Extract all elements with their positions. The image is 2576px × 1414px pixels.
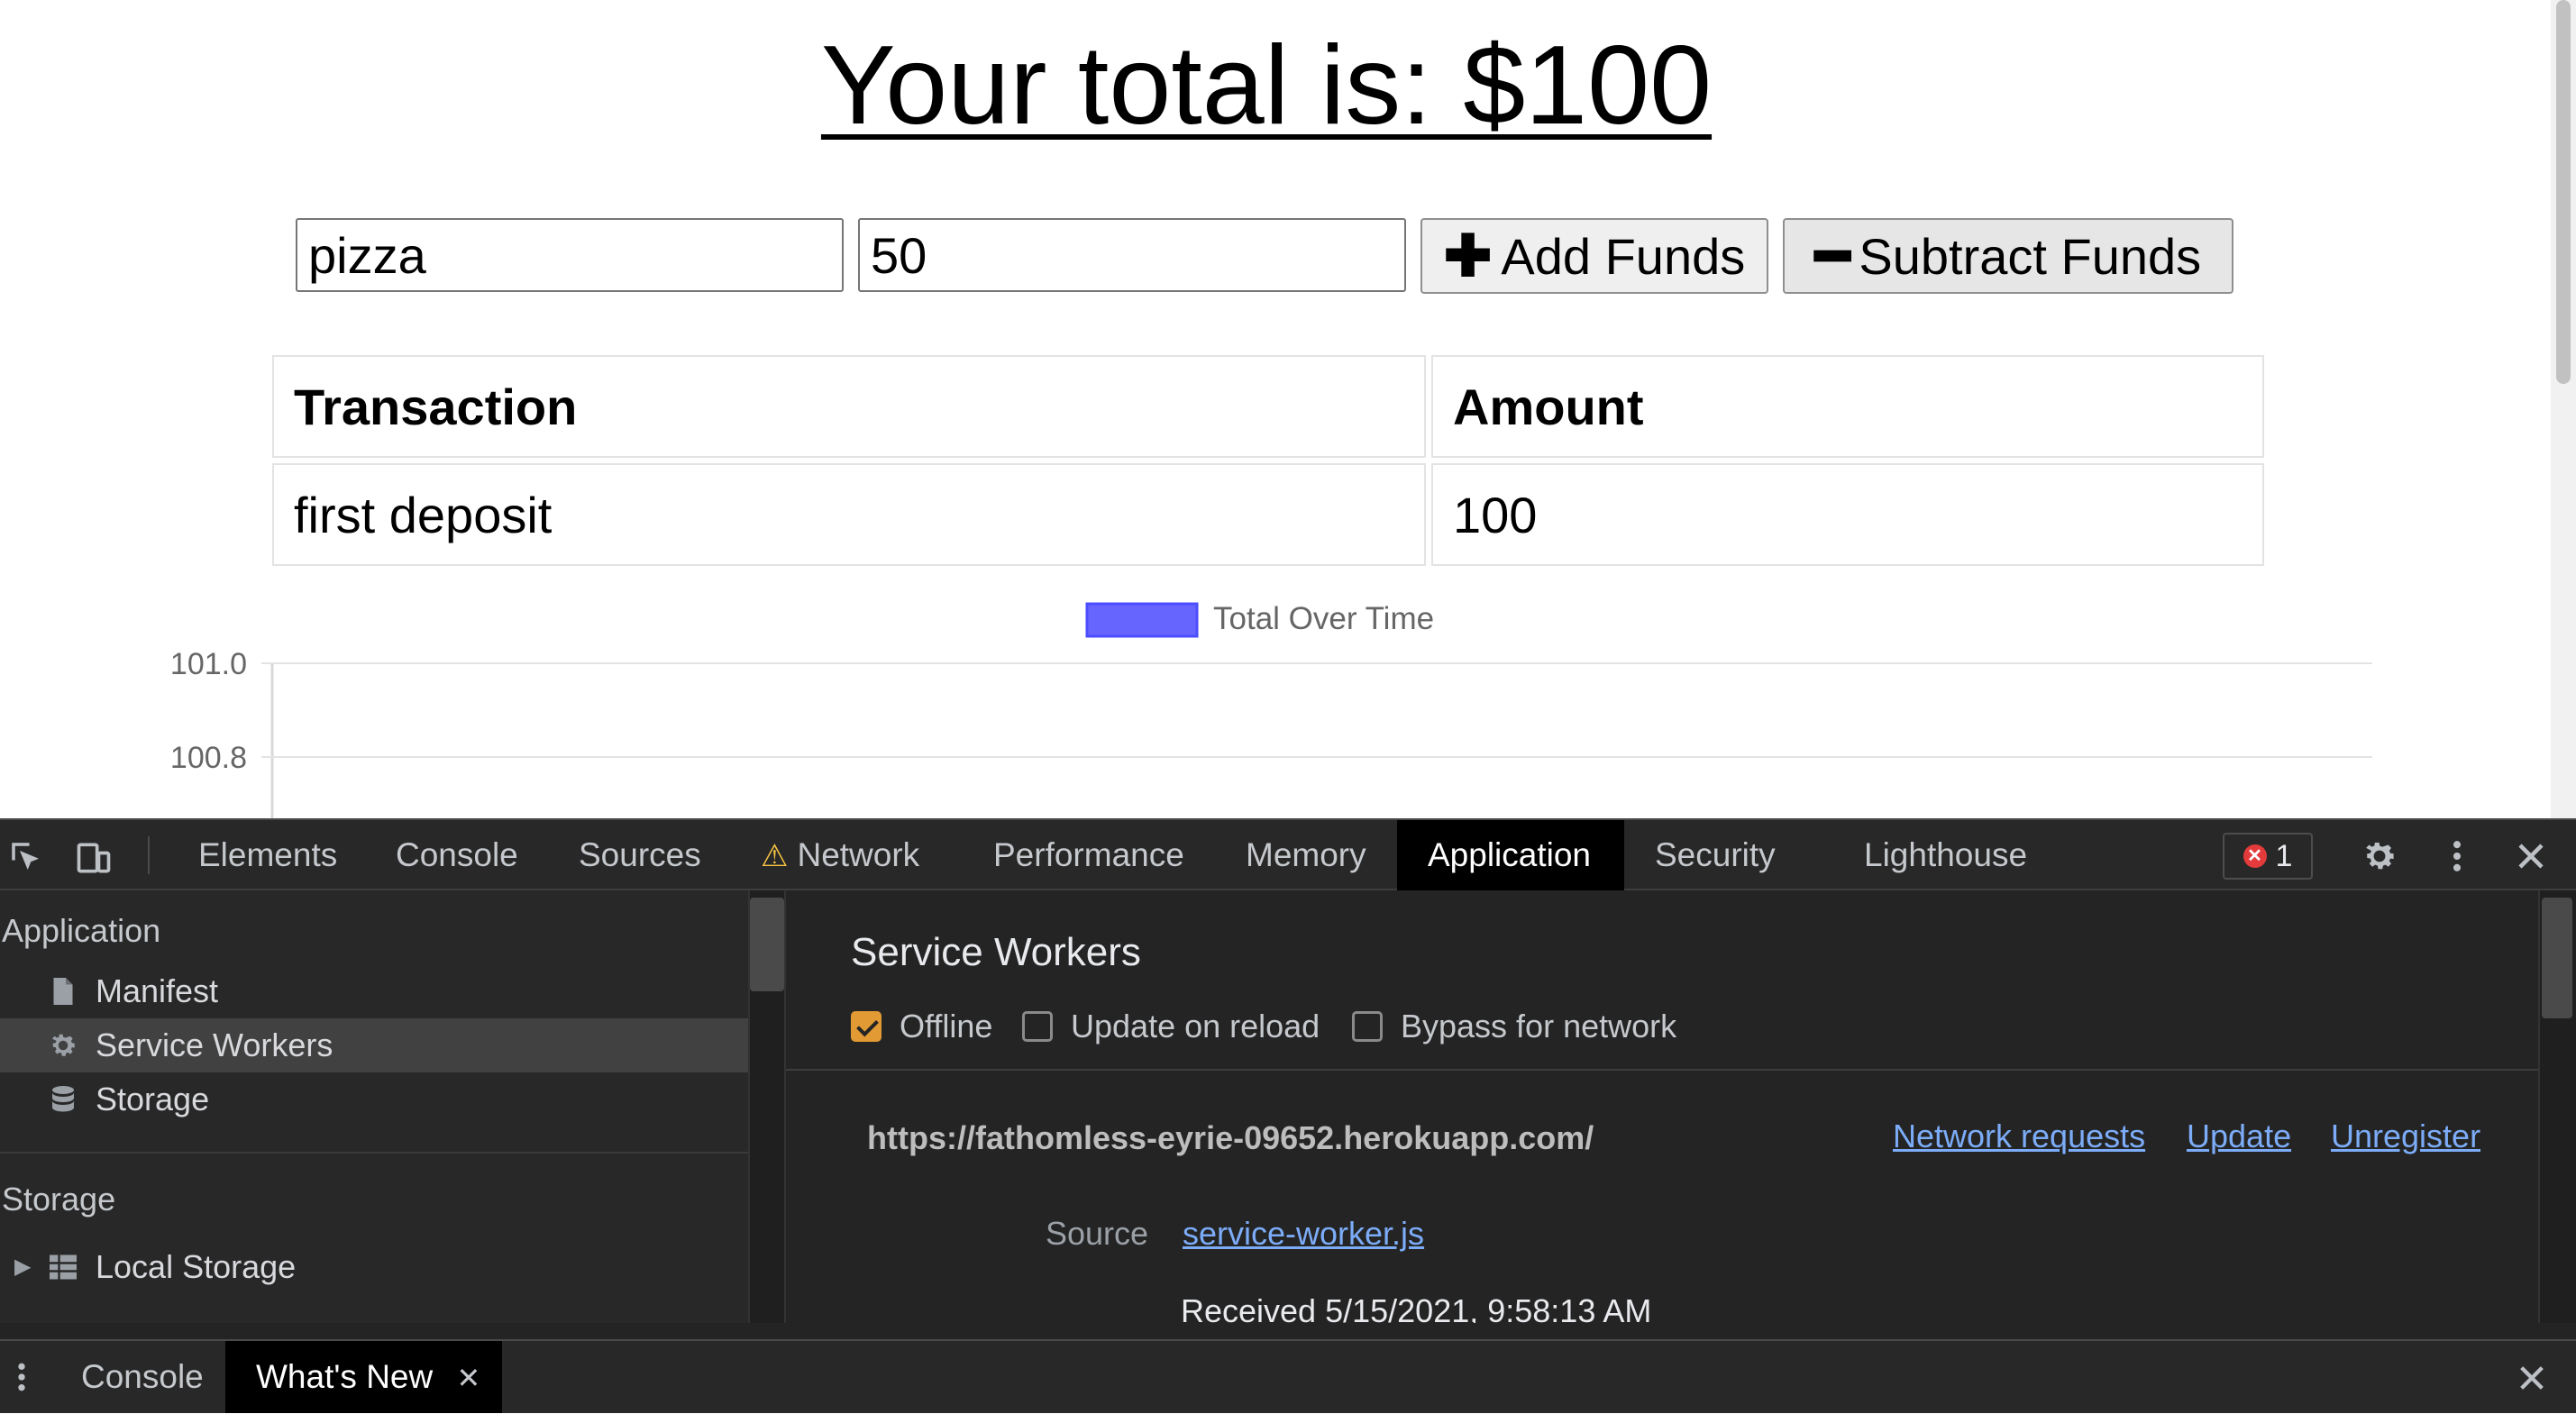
bypass-for-network-label: Bypass for network: [1401, 1008, 1677, 1045]
pane-scrollbar-thumb[interactable]: [2542, 898, 2572, 1018]
sidebar-scrollbar[interactable]: [748, 890, 786, 1323]
tab-application[interactable]: Application: [1397, 820, 1624, 890]
error-count-badge[interactable]: ✕ 1: [2223, 833, 2313, 880]
tab-security[interactable]: Security: [1624, 820, 1806, 890]
legend-swatch[interactable]: [1085, 602, 1199, 638]
header-amount: Amount: [1431, 355, 2264, 458]
tab-network-label: Network: [797, 836, 920, 873]
y-tick-label: 100.8: [170, 741, 247, 775]
header-transaction: Transaction: [272, 355, 1426, 458]
web-page: Your total is: $100 ✚ Add Funds ━ Subtra…: [0, 0, 2576, 818]
total-heading: Your total is: $100: [820, 23, 1713, 148]
drawer-tab-whats-new[interactable]: What's New ✕: [225, 1341, 503, 1413]
tab-sources[interactable]: Sources: [548, 820, 732, 890]
close-drawer-icon[interactable]: [2517, 1363, 2547, 1393]
source-file-link[interactable]: service-worker.js: [1183, 1215, 1424, 1253]
transaction-amount-input[interactable]: [858, 218, 1406, 292]
sidebar-item-label: Storage: [96, 1081, 210, 1118]
device-toolbar-icon[interactable]: [74, 838, 114, 878]
plus-icon: ✚: [1443, 224, 1493, 288]
chart-grid: 101.0 100.8: [170, 647, 2372, 818]
tab-memory[interactable]: Memory: [1215, 820, 1397, 890]
error-count: 1: [2275, 838, 2293, 873]
table-row: first deposit 100: [272, 463, 2264, 566]
sidebar-scrollbar-thumb[interactable]: [750, 898, 784, 991]
tab-lighthouse[interactable]: Lighthouse: [1833, 820, 2058, 890]
pane-title: Service Workers: [851, 930, 1141, 974]
service-workers-pane: Service Workers Offline Update on reload…: [786, 890, 2538, 1323]
y-tick-label: 101.0: [170, 647, 247, 681]
drawer-tab-label: What's New: [256, 1358, 434, 1395]
devtools-panel: Elements Console Sources ⚠ Network Perfor…: [0, 818, 2576, 1413]
devtools-drawer: Console What's New ✕: [0, 1339, 2576, 1413]
pane-divider: [786, 1069, 2538, 1071]
inspect-element-icon[interactable]: [7, 838, 45, 876]
network-requests-link[interactable]: Network requests: [1893, 1118, 2145, 1155]
sidebar-item-label: Local Storage: [96, 1248, 297, 1285]
toolbar-divider: [148, 836, 150, 874]
tab-performance[interactable]: Performance: [963, 820, 1215, 890]
total-over-time-chart: Total Over Time 101.0 100.8: [170, 601, 2372, 818]
sidebar-item-label: Manifest: [96, 972, 219, 1009]
pane-scrollbar[interactable]: [2538, 890, 2576, 1323]
source-label: Source: [1046, 1215, 1149, 1252]
drawer-menu-icon[interactable]: [13, 1359, 31, 1395]
bypass-for-network-checkbox[interactable]: Bypass for network: [1352, 1004, 1676, 1049]
table-header-row: Transaction Amount: [272, 355, 2264, 458]
expand-arrow-icon[interactable]: ▶: [14, 1240, 31, 1294]
add-funds-label: Add Funds: [1501, 227, 1746, 285]
subtract-funds-label: Subtract Funds: [1859, 227, 2202, 285]
more-options-icon[interactable]: [2444, 836, 2470, 876]
close-tab-icon[interactable]: ✕: [457, 1362, 481, 1394]
database-icon: [52, 1086, 74, 1112]
sidebar-item-storage[interactable]: Storage: [0, 1072, 748, 1127]
gear-icon: [51, 1034, 75, 1056]
settings-gear-icon[interactable]: [2360, 836, 2399, 876]
update-on-reload-checkbox[interactable]: Update on reload: [1022, 1004, 1320, 1049]
subtract-funds-button[interactable]: ━ Subtract Funds: [1783, 218, 2233, 294]
page-scrollbar-thumb[interactable]: [2556, 0, 2571, 384]
update-link[interactable]: Update: [2187, 1118, 2291, 1155]
close-devtools-icon[interactable]: [2515, 840, 2547, 872]
service-worker-scope-url: https://fathomless-eyrie-09652.herokuapp…: [867, 1119, 1594, 1156]
transactions-table: Transaction Amount first deposit 100: [267, 350, 2270, 571]
page-scrollbar[interactable]: [2551, 0, 2576, 818]
sidebar-item-service-workers[interactable]: Service Workers: [0, 1018, 748, 1072]
sidebar-header-application: Application: [2, 912, 161, 949]
sidebar-item-manifest[interactable]: Manifest: [0, 964, 748, 1018]
add-funds-button[interactable]: ✚ Add Funds: [1420, 218, 1768, 294]
unregister-link[interactable]: Unregister: [2331, 1118, 2480, 1155]
drawer-tab-console[interactable]: Console: [50, 1341, 234, 1413]
sidebar-item-local-storage[interactable]: ▶ Local Storage: [0, 1240, 748, 1294]
devtools-toolbar: Elements Console Sources ⚠ Network Perfor…: [0, 818, 2576, 890]
checkbox-unchecked[interactable]: [1022, 1011, 1053, 1042]
tab-elements[interactable]: Elements: [168, 820, 368, 890]
offline-checkbox[interactable]: Offline: [851, 1004, 992, 1049]
received-timestamp: Received 5/15/2021, 9:58:13 AM: [1181, 1292, 1652, 1323]
sidebar-divider: [0, 1152, 748, 1154]
sidebar-header-storage: Storage: [2, 1181, 116, 1218]
grid-icon: [50, 1254, 77, 1280]
transaction-cell: first deposit: [272, 463, 1426, 566]
tab-console[interactable]: Console: [365, 820, 549, 890]
legend-label: Total Over Time: [1213, 601, 1434, 636]
offline-label: Offline: [900, 1008, 993, 1045]
tab-network[interactable]: ⚠ Network: [754, 820, 950, 890]
amount-cell: 100: [1431, 463, 2264, 566]
sidebar-item-label: Service Workers: [96, 1026, 333, 1063]
update-on-reload-label: Update on reload: [1071, 1008, 1320, 1045]
file-icon: [53, 978, 73, 1005]
checkbox-checked[interactable]: [851, 1011, 882, 1042]
application-sidebar: Application Manifest Service Workers Sto…: [0, 890, 748, 1323]
checkbox-unchecked[interactable]: [1352, 1011, 1383, 1042]
error-icon: ✕: [2243, 844, 2267, 868]
warning-icon: ⚠: [761, 839, 789, 873]
minus-icon: ━: [1814, 224, 1850, 288]
transaction-name-input[interactable]: [296, 218, 844, 292]
